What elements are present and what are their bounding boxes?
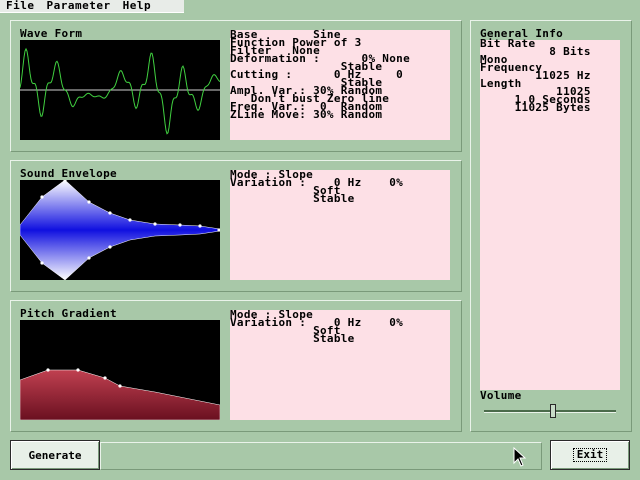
envelope-point[interactable] [178,223,182,227]
envelope-display [20,180,220,280]
envelope-point[interactable] [198,224,202,228]
volume-thumb[interactable] [550,404,556,418]
pitch-point[interactable] [118,384,122,388]
general-info-line: 11025 Bytes [480,101,591,114]
waveform-plot [20,47,220,135]
waveform-title: Wave Form [20,27,83,40]
menu-help[interactable]: Help [117,0,158,12]
waveform-settings-text: Base Sine Function Power of 3 Filter None D… [230,29,410,121]
envelope-shape [20,180,220,280]
menu-file[interactable]: File [0,0,41,12]
mouse-cursor-icon [513,447,527,467]
pitch-setting-line: Stable [230,332,355,345]
pitch-plot [20,368,220,420]
envelope-point[interactable] [108,211,112,215]
waveform-setting-line: ZLine Move: 30% Random [230,108,383,121]
envelope-point[interactable] [87,256,91,260]
waveform-display [20,40,220,140]
envelope-settings-text: Mode : Slope Variation : 0 Hz 0% Soft Sta… [230,169,403,205]
waveform-curve [20,47,220,135]
exit-button[interactable]: Exit [550,440,630,470]
pitch-shape [20,369,220,420]
pitch-display [20,320,220,420]
envelope-point[interactable] [153,222,157,226]
pitch-settings-text: Mode : Slope Variation : 0 Hz 0% Soft Sta… [230,309,403,345]
pitch-point[interactable] [76,368,80,372]
bottom-bar [100,442,542,470]
envelope-setting-line: Stable [230,192,355,205]
envelope-point[interactable] [87,200,91,204]
pitch-title: Pitch Gradient [20,307,117,320]
pitch-point[interactable] [46,368,50,372]
envelope-point[interactable] [128,218,132,222]
pitch-point[interactable] [103,376,107,380]
envelope-point[interactable] [108,245,112,249]
volume-label: Volume [480,389,522,402]
exit-button-label: Exit [572,448,608,462]
envelope-title: Sound Envelope [20,167,117,180]
generate-button-label: Generate [28,448,82,462]
menu-bar: File Parameter Help [0,0,184,13]
general-info-box: Bit Rate 8 Bits Mono Frequency 11025 Hz Len… [480,38,620,390]
envelope-point[interactable] [40,195,44,199]
general-info-text: Bit Rate 8 Bits Mono Frequency 11025 Hz Len… [480,38,591,114]
envelope-info-box: Mode : Slope Variation : 0 Hz 0% Soft Sta… [230,169,450,280]
waveform-info-box: Base Sine Function Power of 3 Filter None D… [230,29,450,140]
envelope-point[interactable] [40,261,44,265]
pitch-info-box: Mode : Slope Variation : 0 Hz 0% Soft Sta… [230,309,450,420]
menu-parameter[interactable]: Parameter [41,0,117,12]
volume-slider[interactable] [484,404,616,418]
envelope-plot [20,180,220,280]
generate-button[interactable]: Generate [10,440,100,470]
